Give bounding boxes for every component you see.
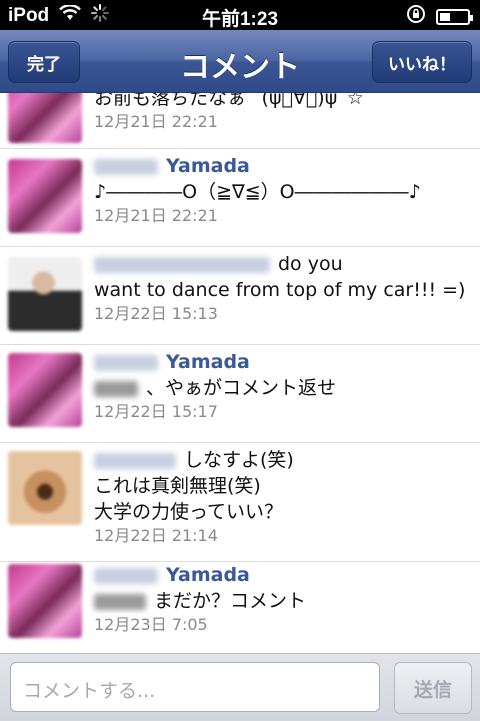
comment-text: do you	[278, 253, 343, 275]
navigation-bar: 完了 コメント いいね！	[0, 30, 480, 93]
comment-date: 12月22日 15:17	[94, 402, 218, 421]
comment-text: お前も落ちたなぁ ´(ψ゚∀゚)ψ`☆	[94, 93, 364, 109]
comment-item: do you want to dance from top of my car!…	[0, 247, 480, 345]
comment-text-line: これは真剣無理(笑)	[94, 475, 261, 497]
comment-text: しなすよ(笑)	[184, 449, 294, 471]
status-bar: iPod 午前1:23	[0, 0, 480, 30]
comment-item: お前も落ちたなぁ ´(ψ゚∀゚)ψ`☆ 12月21日 22:21	[0, 93, 480, 149]
comment-text: 、やぁがコメント返せ	[146, 377, 337, 399]
comment-date: 12月21日 22:21	[94, 206, 218, 225]
comment-item: Yamada まだか？コメント 12月23日 7:05	[0, 562, 480, 653]
avatar[interactable]	[8, 353, 82, 427]
comment-text: まだか？コメント	[154, 590, 307, 612]
comment-text-line: want to dance from top of my car!!! =)	[94, 279, 466, 301]
comment-item: Yamada 、やぁがコメント返せ 12月22日 15:17	[0, 345, 480, 443]
commenter-name[interactable]: Yamada	[166, 155, 250, 177]
avatar[interactable]	[8, 564, 82, 638]
avatar[interactable]	[8, 257, 82, 331]
comment-date: 12月23日 7:05	[94, 615, 208, 634]
comment-date: 12月22日 15:13	[94, 304, 218, 323]
comment-date: 12月21日 22:21	[94, 112, 218, 131]
commenter-name[interactable]: Yamada	[166, 351, 250, 373]
commenter-name[interactable]: Yamada	[166, 564, 250, 586]
battery-icon	[436, 9, 473, 25]
comment-item: しなすよ(笑) これは真剣無理(笑) 大学の力使っていい？ 12月22日 21:…	[0, 443, 480, 562]
rotation-lock-icon	[406, 4, 426, 30]
comment-text: ♪――――O（≧∇≦）O――――――♪	[94, 181, 421, 203]
avatar[interactable]	[8, 93, 82, 143]
avatar[interactable]	[8, 159, 82, 233]
avatar[interactable]	[8, 451, 82, 525]
comment-composer: コメントする... 送信	[0, 653, 480, 721]
comment-date: 12月22日 21:14	[94, 526, 218, 545]
comment-input[interactable]: コメントする...	[10, 662, 380, 712]
like-button[interactable]: いいね！	[372, 41, 472, 83]
comment-list[interactable]: お前も落ちたなぁ ´(ψ゚∀゚)ψ`☆ 12月21日 22:21 Yamada …	[0, 93, 480, 653]
send-button[interactable]: 送信	[394, 662, 472, 714]
comment-text-line: 大学の力使っていい？	[94, 501, 284, 523]
comment-item: Yamada ♪――――O（≧∇≦）O――――――♪ 12月21日 22:21	[0, 149, 480, 247]
